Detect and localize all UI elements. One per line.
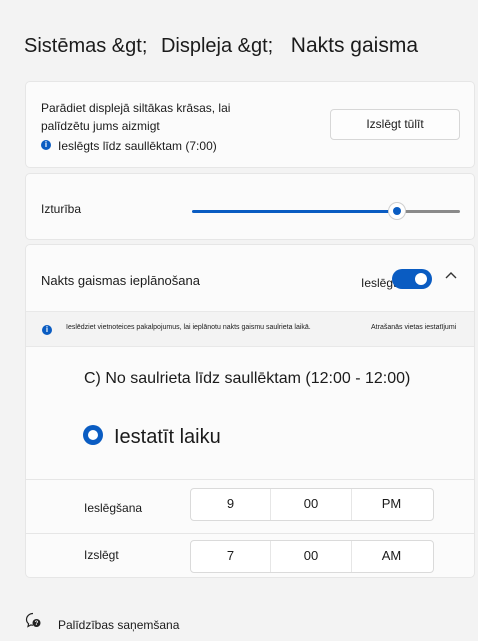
breadcrumb: Sistēmas &gt; Displeja &gt; Nakts gaisma xyxy=(24,34,426,58)
turn-on-period[interactable]: PM xyxy=(352,489,431,520)
turn-on-time-picker[interactable]: 9 00 PM xyxy=(190,488,434,521)
sunset-to-sunrise-option[interactable]: C) No saulrieta līdz saullēktam (12:00 -… xyxy=(84,370,410,388)
turn-off-minute[interactable]: 00 xyxy=(271,541,352,572)
help-icon[interactable]: ? xyxy=(25,612,41,628)
night-light-status: Ieslēgts līdz saullēktam (7:00) xyxy=(58,139,217,153)
turn-off-period[interactable]: AM xyxy=(352,541,431,572)
location-info-bar: i Ieslēdziet vietnoteices pakalpojumus, … xyxy=(26,311,474,347)
get-help-link[interactable]: Palīdzības saņemšana xyxy=(58,618,179,632)
schedule-toggle[interactable] xyxy=(392,269,432,289)
schedule-title: Nakts gaismas ieplānošana xyxy=(41,273,200,288)
turn-off-hour[interactable]: 7 xyxy=(191,541,271,572)
night-light-description-line1: Parādiet displejā siltākas krāsas, lai xyxy=(41,101,231,115)
strength-slider[interactable] xyxy=(192,203,460,219)
chevron-up-icon[interactable] xyxy=(444,269,458,283)
strength-label: Izturība xyxy=(41,202,82,216)
turn-off-row: Izslēgt 7 00 AM xyxy=(26,533,474,577)
slider-thumb[interactable] xyxy=(389,203,405,219)
strength-card: Izturība xyxy=(25,173,475,240)
slider-empty-track xyxy=(397,210,460,213)
page-title: Nakts gaisma xyxy=(290,34,419,57)
turn-on-hour[interactable]: 9 xyxy=(191,489,271,520)
breadcrumb-display[interactable]: Displeja &gt; xyxy=(161,35,273,57)
info-icon: i xyxy=(42,325,52,335)
turn-off-time-picker[interactable]: 7 00 AM xyxy=(190,540,434,573)
turn-on-label: Ieslēgšana xyxy=(84,501,143,515)
slider-filled-track xyxy=(192,210,397,213)
breadcrumb-system[interactable]: Sistēmas &gt; xyxy=(24,35,147,57)
svg-text:?: ? xyxy=(35,621,39,627)
info-icon: i xyxy=(41,140,51,150)
night-light-card: Parādiet displejā siltākas krāsas, lai p… xyxy=(25,81,475,168)
night-light-description-line2: palīdzētu jums aizmigt xyxy=(41,119,160,133)
schedule-card: Nakts gaismas ieplānošana Ieslēgts i Ies… xyxy=(25,244,475,578)
turn-on-minute[interactable]: 00 xyxy=(271,489,352,520)
set-time-radio[interactable] xyxy=(83,425,103,445)
turn-on-row: Ieslēgšana 9 00 PM xyxy=(26,479,474,534)
toggle-knob xyxy=(415,273,427,285)
location-settings-link[interactable]: Atrašanās vietas iestatījumi xyxy=(371,324,456,331)
turn-off-label: Izslēgt xyxy=(84,548,119,562)
turn-off-now-button[interactable]: Izslēgt tūlīt xyxy=(330,109,460,140)
location-info-text: Ieslēdziet vietnoteices pakalpojumus, la… xyxy=(66,324,311,331)
set-time-label: Iestatīt laiku xyxy=(114,426,221,448)
